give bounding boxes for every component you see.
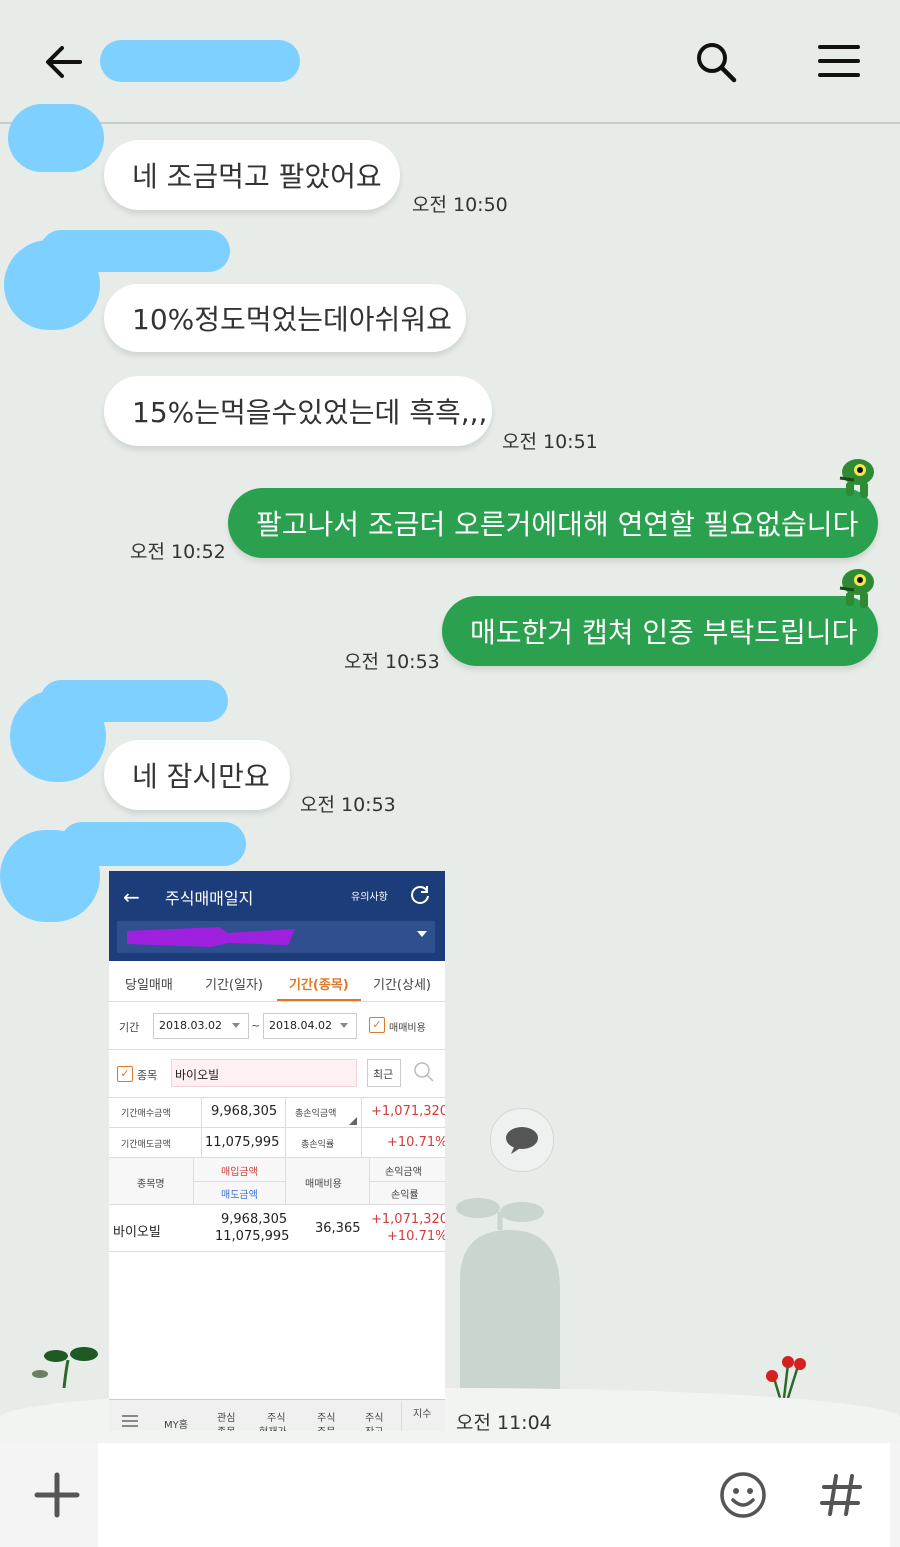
checkbox-checked-icon: ✓ <box>369 1017 385 1033</box>
divider <box>193 1158 194 1204</box>
message-bubble-mine[interactable]: 매도한거 캡쳐 인증 부탁드립니다 <box>442 596 878 666</box>
divider <box>361 1097 362 1157</box>
share-message-button[interactable] <box>490 1108 554 1172</box>
total-pl-value: +1,071,320 <box>371 1104 445 1119</box>
nav-watch-sub: 종목 <box>217 1423 235 1431</box>
tab-daily: 당일매매 <box>125 978 173 993</box>
col-sell: 매도금액 <box>221 1190 258 1201</box>
period-buy-label: 기간매수금액 <box>121 1109 171 1119</box>
message-time: 오전 10:53 <box>300 794 396 816</box>
redacted-chat-title <box>100 40 300 82</box>
back-arrow-icon[interactable] <box>44 42 84 82</box>
redacted-avatar <box>0 830 100 922</box>
plus-icon[interactable] <box>34 1472 80 1518</box>
recent-button-label: 최근 <box>373 1068 394 1081</box>
dropdown-caret-icon <box>417 931 427 937</box>
search-icon[interactable] <box>694 40 738 84</box>
frog-sticker-icon <box>834 568 878 610</box>
period-label: 기간 <box>119 1021 140 1034</box>
nav-stock-balance-sub: 잔고 <box>365 1423 383 1431</box>
date-separator: ~ <box>251 1019 261 1032</box>
divider <box>109 1049 445 1050</box>
date-to-value: 2018.04.02 <box>269 1019 332 1032</box>
redacted-avatar <box>4 240 100 330</box>
total-rate-label: 총손익률 <box>301 1140 335 1150</box>
chevron-down-icon <box>340 1023 348 1028</box>
chevron-down-icon <box>232 1023 240 1028</box>
row-sell: 11,075,995 <box>215 1229 290 1244</box>
row-rate: +10.71% <box>387 1229 445 1244</box>
nav-stock-price-sub: 현재가 <box>259 1423 287 1431</box>
col-fee: 매매비용 <box>305 1179 342 1190</box>
item-value: 바이오빌 <box>175 1068 220 1082</box>
redacted-avatar <box>10 690 106 782</box>
divider <box>285 1158 286 1204</box>
message-bubble[interactable]: 15%는먹을수있었는데 흑흑,,, <box>104 376 492 446</box>
back-arrow-icon: ← <box>123 885 140 909</box>
menu-icon <box>121 1413 139 1427</box>
divider <box>109 1127 445 1128</box>
message-bubble-mine[interactable]: 팔고나서 조금더 오른거에대해 연연할 필요없습니다 <box>228 488 878 558</box>
nav-watch: 관심 <box>217 1413 236 1424</box>
nav-my-home: MY홈 <box>164 1420 188 1431</box>
row-fee: 36,365 <box>315 1221 361 1236</box>
nav-stock-order: 주식 <box>317 1413 336 1424</box>
message-bubble[interactable]: 네 조금먹고 팔았어요 <box>104 140 400 210</box>
message-bubble[interactable]: 10%정도먹었는데아쉬워요 <box>104 284 466 352</box>
message-time: 오전 10:51 <box>502 431 598 453</box>
notice-link: 유의사항 <box>351 892 388 903</box>
nav-stock-price: 주식 <box>267 1413 286 1424</box>
row-pl: +1,071,320 <box>371 1212 445 1227</box>
period-sell-label: 기간매도금액 <box>121 1140 171 1150</box>
divider <box>201 1097 202 1157</box>
hamburger-icon[interactable] <box>818 44 860 78</box>
row-name: 바이오빌 <box>113 1225 161 1240</box>
message-time: 오전 10:52 <box>130 541 226 563</box>
message-time: 오전 11:04 <box>456 1412 552 1434</box>
redacted-avatar <box>8 104 104 172</box>
item-label: 종목 <box>137 1069 158 1082</box>
frog-sticker-icon <box>834 458 878 500</box>
divider <box>109 1001 445 1002</box>
checkbox-checked-icon: ✓ <box>117 1066 133 1082</box>
divider <box>109 1204 445 1205</box>
divider <box>285 1097 286 1157</box>
divider <box>109 1097 445 1098</box>
col-buy: 매입금액 <box>221 1167 258 1178</box>
date-from-value: 2018.03.02 <box>159 1019 222 1032</box>
col-rate: 손익률 <box>391 1190 419 1201</box>
divider <box>369 1158 370 1204</box>
col-pl: 손익금액 <box>385 1167 422 1178</box>
nav-index: 지수 <box>413 1409 432 1420</box>
col-name: 종목명 <box>137 1179 165 1190</box>
screenshot-title: 주식매매일지 <box>165 889 254 908</box>
message-time: 오전 10:50 <box>412 194 508 216</box>
total-rate-value: +10.71% <box>387 1135 445 1150</box>
fee-checkbox-label: 매매비용 <box>389 1023 426 1034</box>
smiley-icon[interactable] <box>718 1470 768 1520</box>
background-sprout-left <box>28 1340 100 1389</box>
message-input[interactable] <box>98 1443 890 1547</box>
row-buy: 9,968,305 <box>221 1212 288 1227</box>
search-icon <box>413 1061 435 1083</box>
divider <box>193 1181 285 1182</box>
background-berries <box>760 1350 810 1399</box>
tab-period-item: 기간(종목) <box>289 978 349 993</box>
stock-journal-screenshot[interactable]: ← 주식매매일지 유의사항 당일매매 기간(일자) 기간(종목) 기간(상세) … <box>109 871 445 1431</box>
corner-marker <box>349 1117 357 1125</box>
divider <box>109 1251 445 1252</box>
period-buy-value: 9,968,305 <box>211 1104 278 1119</box>
message-bubble[interactable]: 네 잠시만요 <box>104 740 290 810</box>
tab-period-date: 기간(일자) <box>205 978 263 993</box>
nav-stock-order-sub: 주문 <box>317 1423 335 1431</box>
total-pl-label: 총손익금액 <box>295 1109 337 1119</box>
refresh-icon <box>409 883 431 905</box>
nav-stock-balance: 주식 <box>365 1413 384 1424</box>
message-time: 오전 10:53 <box>344 651 440 673</box>
period-sell-value: 11,075,995 <box>205 1135 280 1150</box>
tab-period-detail: 기간(상세) <box>373 978 431 993</box>
divider <box>401 1401 402 1431</box>
divider <box>369 1181 445 1182</box>
hash-icon[interactable] <box>818 1472 864 1518</box>
